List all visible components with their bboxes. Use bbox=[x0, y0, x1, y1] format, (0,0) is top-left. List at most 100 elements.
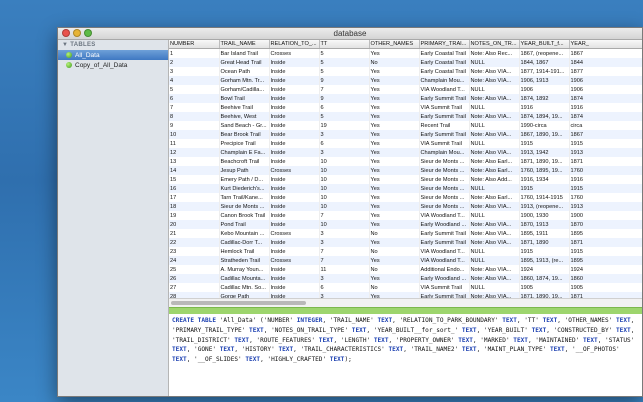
table-cell[interactable]: Yes bbox=[369, 193, 420, 202]
table-cell[interactable]: Beehive Trail bbox=[219, 103, 270, 112]
table-cell[interactable]: Inside bbox=[269, 103, 320, 112]
table-cell[interactable]: Yes bbox=[369, 85, 420, 94]
table-cell[interactable]: Yes bbox=[369, 130, 420, 139]
table-row[interactable]: 19 Canon Brook Trail Inside 7 Yes VIA Woodlan… bbox=[169, 211, 642, 220]
table-cell[interactable]: 20 bbox=[169, 220, 220, 229]
scrollbar-thumb[interactable] bbox=[171, 301, 306, 305]
table-row[interactable]: 8 Beehive, West Inside 5 Yes Early Summit Tra… bbox=[169, 112, 642, 121]
table-cell[interactable]: Yes bbox=[369, 202, 420, 211]
table-cell[interactable]: 11 bbox=[319, 265, 370, 274]
table-row[interactable]: 17 Tarn Trail/Kane... Inside 10 Yes Sieur de … bbox=[169, 193, 642, 202]
table-cell[interactable]: Hemlock Trail bbox=[219, 247, 270, 256]
table-cell[interactable]: Note: Also VIA... bbox=[469, 94, 520, 103]
table-cell[interactable]: 11 bbox=[169, 139, 220, 148]
table-cell[interactable]: Note: Also VIA... bbox=[469, 130, 520, 139]
table-cell[interactable]: 1867, 1890, 19... bbox=[519, 130, 570, 139]
table-row[interactable]: 1 Bar Island Trail Crosses 5 Yes Early Coasta… bbox=[169, 48, 642, 58]
table-row[interactable]: 5 Gorham/Cadilla... Inside 7 Yes VIA Woodland… bbox=[169, 85, 642, 94]
table-cell[interactable]: Inside bbox=[269, 175, 320, 184]
table-cell[interactable]: 6 bbox=[319, 139, 370, 148]
table-cell[interactable]: Note: Also Earl... bbox=[469, 193, 520, 202]
table-cell[interactable]: Yes bbox=[369, 238, 420, 247]
table-cell[interactable]: 1906 bbox=[519, 85, 570, 94]
table-row[interactable]: 3 Ocean Path Inside 5 Yes Early Coastal Trail… bbox=[169, 67, 642, 76]
table-cell[interactable]: 10 bbox=[169, 130, 220, 139]
table-cell[interactable]: Beehive, West bbox=[219, 112, 270, 121]
table-cell[interactable]: 1867, (reopene... bbox=[519, 48, 570, 58]
table-cell[interactable]: Inside bbox=[269, 67, 320, 76]
table-cell[interactable]: 5 bbox=[319, 67, 370, 76]
table-cell[interactable]: VIA Woodland T... bbox=[419, 247, 470, 256]
table-cell[interactable]: Pond Trail bbox=[219, 220, 270, 229]
table-cell[interactable]: 1906 bbox=[569, 76, 642, 85]
table-cell[interactable]: 4 bbox=[169, 76, 220, 85]
table-cell[interactable]: Early Summit Trail bbox=[419, 238, 470, 247]
table-cell[interactable]: 10 bbox=[319, 166, 370, 175]
table-cell[interactable]: Note: Also VIA... bbox=[469, 76, 520, 85]
table-cell[interactable]: NULL bbox=[469, 139, 520, 148]
table-cell[interactable]: 17 bbox=[169, 193, 220, 202]
table-cell[interactable]: 3 bbox=[319, 130, 370, 139]
table-cell[interactable]: Yes bbox=[369, 67, 420, 76]
table-cell[interactable]: 19 bbox=[319, 121, 370, 130]
table-cell[interactable]: Yes bbox=[369, 157, 420, 166]
table-cell[interactable]: 1915 bbox=[569, 184, 642, 193]
table-cell[interactable]: 13 bbox=[169, 157, 220, 166]
table-cell[interactable]: Note: Also VIA... bbox=[469, 67, 520, 76]
table-cell[interactable]: 1 bbox=[169, 48, 220, 58]
table-cell[interactable]: Precipice Trail bbox=[219, 139, 270, 148]
table-cell[interactable]: No bbox=[369, 247, 420, 256]
table-cell[interactable]: NULL bbox=[469, 85, 520, 94]
table-row[interactable]: 7 Beehive Trail Inside 6 Yes VIA Summit Trail… bbox=[169, 103, 642, 112]
table-cell[interactable]: 3 bbox=[319, 148, 370, 157]
table-cell[interactable]: 1870 bbox=[569, 220, 642, 229]
table-cell[interactable]: Inside bbox=[269, 76, 320, 85]
table-cell[interactable]: Early Coastal Trail bbox=[419, 58, 470, 67]
table-cell[interactable]: No bbox=[369, 283, 420, 292]
table-cell[interactable]: Inside bbox=[269, 211, 320, 220]
table-cell[interactable]: 1906, 1913 bbox=[519, 76, 570, 85]
table-cell[interactable]: NULL bbox=[469, 58, 520, 67]
table-row[interactable]: 2 Great Head Trail Inside 5 No Early Coastal … bbox=[169, 58, 642, 67]
tables-header[interactable]: ▼ TABLES bbox=[58, 40, 168, 50]
column-header[interactable]: YEAR_ bbox=[569, 40, 642, 49]
table-cell[interactable]: 22 bbox=[169, 238, 220, 247]
table-cell[interactable]: Crosses bbox=[269, 256, 320, 265]
table-cell[interactable]: 1867 bbox=[569, 130, 642, 139]
table-cell[interactable]: 5 bbox=[319, 112, 370, 121]
table-cell[interactable]: Crosses bbox=[269, 229, 320, 238]
column-header[interactable]: TRAIL_NAME bbox=[219, 40, 270, 49]
table-cell[interactable]: 1860 bbox=[569, 274, 642, 283]
table-cell[interactable]: VIA Summit Trail bbox=[419, 283, 470, 292]
table-cell[interactable]: 24 bbox=[169, 256, 220, 265]
table-cell[interactable]: Sieur de Monts ... bbox=[419, 157, 470, 166]
table-cell[interactable]: 1900 bbox=[569, 211, 642, 220]
table-cell[interactable]: Note: Also VIA... bbox=[469, 238, 520, 247]
table-cell[interactable]: 10 bbox=[319, 202, 370, 211]
table-cell[interactable]: Yes bbox=[369, 256, 420, 265]
table-cell[interactable]: 3 bbox=[169, 67, 220, 76]
table-cell[interactable]: 10 bbox=[319, 184, 370, 193]
table-row[interactable]: 14 Jesup Path Crosses 10 Yes Sieur de Monts .… bbox=[169, 166, 642, 175]
table-cell[interactable]: Inside bbox=[269, 157, 320, 166]
table-cell[interactable]: Inside bbox=[269, 139, 320, 148]
table-cell[interactable]: 7 bbox=[319, 256, 370, 265]
table-cell[interactable]: Inside bbox=[269, 274, 320, 283]
column-header[interactable]: YEAR_BUILT_f... bbox=[519, 40, 570, 49]
table-cell[interactable]: Bar Island Trail bbox=[219, 48, 270, 58]
table-cell[interactable]: Great Head Trail bbox=[219, 58, 270, 67]
table-cell[interactable]: 3 bbox=[319, 229, 370, 238]
table-cell[interactable]: Early Summit Trail bbox=[419, 229, 470, 238]
table-row[interactable]: 26 Cadillac Mounta... Inside 3 Yes Early Wood… bbox=[169, 274, 642, 283]
table-cell[interactable]: NULL bbox=[469, 211, 520, 220]
table-row[interactable]: 21 Kebo Mountain ... Crosses 3 No Early Summi… bbox=[169, 229, 642, 238]
table-cell[interactable]: 1924 bbox=[519, 265, 570, 274]
table-cell[interactable]: VIA Summit Trail bbox=[419, 103, 470, 112]
table-cell[interactable]: Note: Also VIA... bbox=[469, 274, 520, 283]
table-cell[interactable]: VIA Woodland T... bbox=[419, 256, 470, 265]
table-cell[interactable]: Emery Path / D... bbox=[219, 175, 270, 184]
table-cell[interactable]: Inside bbox=[269, 121, 320, 130]
table-cell[interactable]: Yes bbox=[369, 184, 420, 193]
table-cell[interactable]: 1871 bbox=[569, 238, 642, 247]
table-cell[interactable]: 6 bbox=[169, 94, 220, 103]
